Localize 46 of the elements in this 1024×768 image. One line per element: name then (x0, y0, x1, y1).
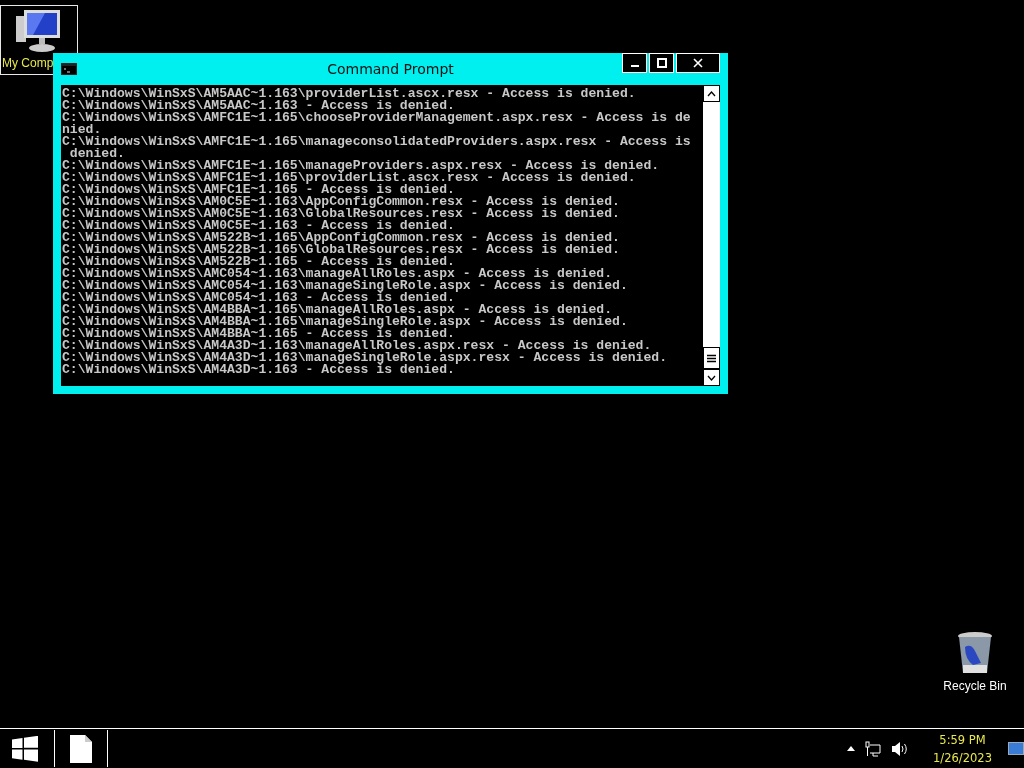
console-line: C:\Windows\WinSxS\AM0C5E~1.163\AppConfigCommon.resx - Access is denied. (62, 196, 620, 208)
console-line: C:\Windows\WinSxS\AM4BBA~1.165 - Access is denied. (62, 328, 455, 340)
clock-time: 5:59 PM (939, 731, 986, 749)
console-line: C:\Windows\WinSxS\AMFC1E~1.165\manageconsolidatedProviders.aspx.resx - Access is (62, 136, 691, 148)
console-line: C:\Windows\WinSxS\AM0C5E~1.163 - Access is denied. (62, 220, 455, 232)
console-line: C:\Windows\WinSxS\AM4A3D~1.163\manageSingleRole.aspx.resx - Access is denied. (62, 352, 668, 364)
console-line: C:\Windows\WinSxS\AM4A3D~1.163\manageAllRoles.aspx.resx - Access is denied. (62, 340, 652, 352)
window-title: Command Prompt (327, 61, 454, 77)
console-line: C:\Windows\WinSxS\AM522B~1.165\GlobalResources.resx - Access is denied. (62, 244, 620, 256)
clock[interactable]: 5:59 PM 1/26/2023 (933, 730, 992, 767)
console-line: nied. (62, 124, 102, 136)
console-line: C:\Windows\WinSxS\AMFC1E~1.165\chooseProviderManagement.aspx.resx - Access is de (62, 112, 691, 124)
network-icon[interactable] (865, 740, 882, 757)
console-line: C:\Windows\WinSxS\AM522B~1.165 - Access is denied. (62, 256, 455, 268)
console-line: C:\Windows\WinSxS\AM4A3D~1.163 - Access is denied. (62, 364, 455, 376)
scroll-up-icon[interactable] (707, 90, 716, 97)
windows-logo-icon (12, 735, 38, 762)
console-line: C:\Windows\WinSxS\AMC054~1.163 - Access is denied. (62, 292, 455, 304)
minimize-icon (630, 65, 639, 67)
scrollbar[interactable] (702, 85, 720, 386)
scroll-thumb-icon[interactable] (707, 353, 716, 363)
console-icon (61, 63, 77, 75)
console-line: C:\Windows\WinSxS\AM0C5E~1.163\GlobalResources.resx - Access is denied. (62, 208, 620, 220)
maximize-icon (656, 58, 667, 68)
console-line: C:\Windows\WinSxS\AMFC1E~1.165\providerList.ascx.resx - Access is denied. (62, 172, 636, 184)
show-hidden-icons-icon[interactable] (847, 746, 856, 751)
minimize-button[interactable] (622, 53, 647, 73)
close-button[interactable] (676, 53, 720, 73)
console-line: C:\Windows\WinSxS\AMC054~1.163\manageSingleRole.aspx - Access is denied. (62, 280, 628, 292)
console-line: denied. (69, 148, 125, 160)
volume-icon[interactable] (891, 740, 910, 757)
console-line: C:\Windows\WinSxS\AMC054~1.163\manageAllRoles.aspx - Access is denied. (62, 268, 613, 280)
taskbar-item[interactable] (54, 730, 108, 767)
console-line: C:\Windows\WinSxS\AM5AAC~1.163 - Access is denied. (62, 100, 455, 112)
desktop-icon[interactable]: Recycle Bin (936, 628, 1014, 694)
console-line: C:\Windows\WinSxS\AM4BBA~1.165\manageSingleRole.aspx - Access is denied. (62, 316, 628, 328)
console-line: C:\Windows\WinSxS\AMFC1E~1.165\manageProviders.aspx.resx - Access is denied. (62, 160, 660, 172)
file-icon (70, 734, 92, 763)
clock-date: 1/26/2023 (933, 749, 992, 767)
console-line: C:\Windows\WinSxS\AM522B~1.165\AppConfigCommon.resx - Access is denied. (62, 232, 620, 244)
scroll-down-icon[interactable] (707, 374, 716, 381)
close-icon (693, 58, 703, 68)
console-line: C:\Windows\WinSxS\AM5AAC~1.163\providerList.ascx.resx - Access is denied. (62, 88, 636, 100)
console-line: C:\Windows\WinSxS\AM4BBA~1.165\manageAllRoles.aspx - Access is denied. (62, 304, 613, 316)
maximize-button[interactable] (649, 53, 674, 73)
console-line: C:\Windows\WinSxS\AMFC1E~1.165 - Access is denied. (62, 184, 455, 196)
